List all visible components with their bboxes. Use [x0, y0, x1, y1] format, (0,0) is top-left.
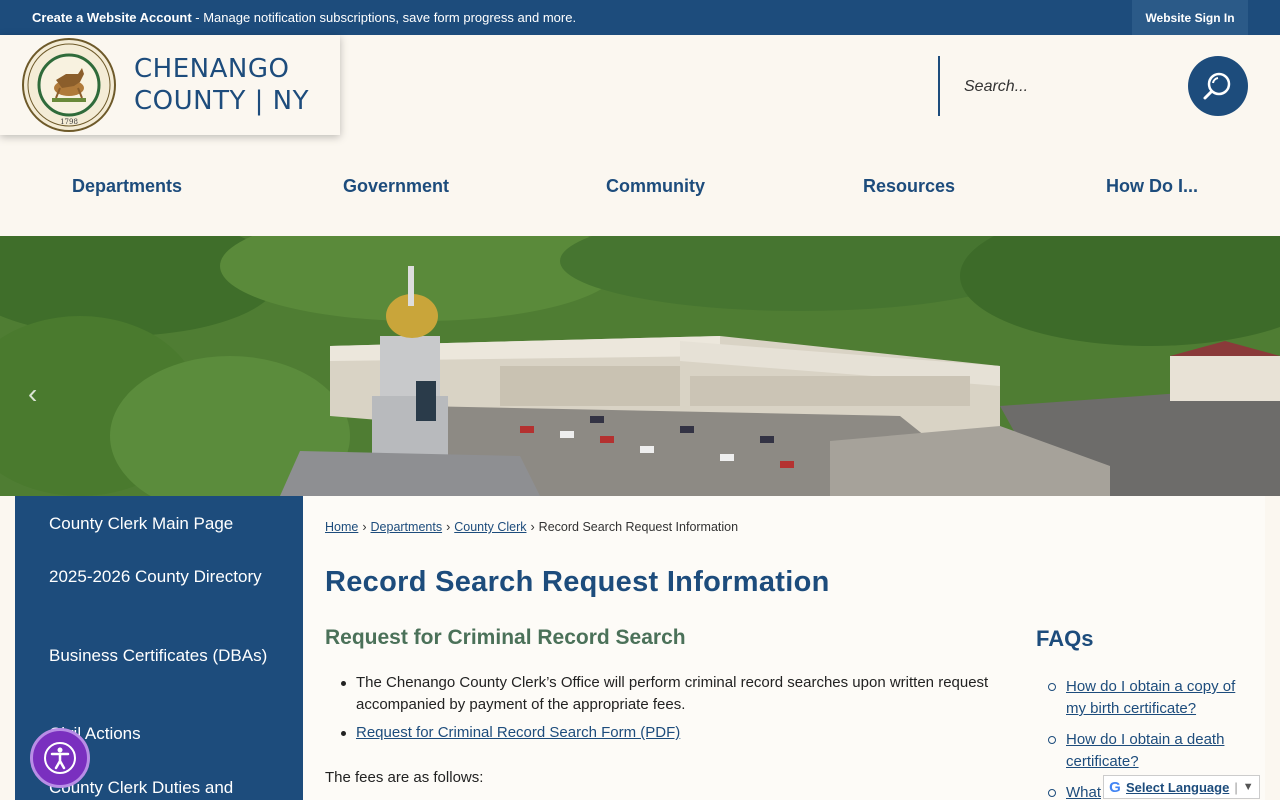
account-message: Create a Website Account - Manage notifi…: [32, 10, 576, 25]
accessibility-button[interactable]: [30, 728, 90, 788]
info-list: The Chenango County Clerk’s Office will …: [341, 672, 996, 750]
list-item: The Chenango County Clerk’s Office will …: [341, 672, 996, 716]
seal-year: 1798: [60, 118, 78, 126]
accessibility-icon: [44, 742, 76, 774]
breadcrumb: Home › Departments › County Clerk › Record Sea…: [325, 520, 738, 534]
hero-photo: [0, 236, 1280, 496]
sidebar-item-county-clerk-duties[interactable]: County Clerk Duties and: [49, 775, 279, 800]
logo-separator: |: [254, 86, 264, 116]
logo-link[interactable]: 1798 CHENANGO COUNTY | NY: [0, 35, 340, 135]
website-sign-in-button[interactable]: Website Sign In: [1132, 0, 1248, 35]
select-language-dropdown[interactable]: G Select Language | ▼: [1103, 775, 1260, 799]
nav-resources[interactable]: Resources: [863, 176, 955, 197]
search-button[interactable]: [1188, 56, 1248, 116]
select-language-label: Select Language: [1126, 779, 1230, 795]
breadcrumb-separator: ›: [530, 520, 535, 534]
site-logo-text: CHENANGO COUNTY | NY: [134, 53, 309, 117]
google-icon: G: [1109, 778, 1121, 796]
faq-item: How do I obtain a death certificate?: [1048, 729, 1256, 773]
sidebar-item-county-clerk-main[interactable]: County Clerk Main Page: [49, 511, 279, 536]
breadcrumb-current: Record Search Request Information: [538, 520, 739, 534]
breadcrumb-home[interactable]: Home: [325, 520, 358, 534]
logo-state: NY: [272, 86, 310, 116]
nav-departments[interactable]: Departments: [72, 176, 182, 197]
faq-item: How do I obtain a copy of my birth certi…: [1048, 676, 1256, 720]
logo-line-1: CHENANGO: [134, 54, 290, 84]
nav-how-do-i[interactable]: How Do I...: [1106, 176, 1198, 197]
breadcrumb-separator: ›: [446, 520, 451, 534]
main-content: Home › Departments › County Clerk › Record Sea…: [303, 496, 1265, 800]
faq-link-what[interactable]: What: [1066, 784, 1101, 800]
fees-intro-text: The fees are as follows:: [325, 769, 484, 786]
hero-previous-arrow[interactable]: ‹: [28, 378, 37, 410]
faqs-heading: FAQs: [1036, 626, 1094, 651]
faq-link-death-certificate[interactable]: How do I obtain a death certificate?: [1066, 731, 1224, 770]
sidebar-item-business-certificates[interactable]: Business Certificates (DBAs): [49, 643, 279, 668]
county-seal: 1798: [22, 38, 116, 132]
search-input[interactable]: [964, 74, 1164, 100]
criminal-record-form-link[interactable]: Request for Criminal Record Search Form …: [356, 724, 680, 741]
nav-community[interactable]: Community: [606, 176, 705, 197]
account-message-text: - Manage notification subscriptions, sav…: [191, 10, 577, 25]
hero-banner-image: [0, 236, 1280, 496]
create-account-link[interactable]: Create a Website Account: [32, 10, 192, 25]
main-navigation: Departments Government Community Resourc…: [0, 160, 1280, 214]
top-bar: Create a Website Account - Manage notifi…: [0, 0, 1280, 35]
search-icon: [1203, 72, 1231, 100]
dropdown-arrow-icon: ▼: [1242, 781, 1254, 793]
translate-separator: |: [1234, 779, 1238, 795]
section-heading: Request for Criminal Record Search: [325, 626, 686, 649]
breadcrumb-departments[interactable]: Departments: [371, 520, 443, 534]
search-box: [938, 56, 1180, 116]
nav-government[interactable]: Government: [343, 176, 449, 197]
breadcrumb-county-clerk[interactable]: County Clerk: [454, 520, 526, 534]
list-item: Request for Criminal Record Search Form …: [341, 722, 996, 744]
sidebar-item-county-directory[interactable]: 2025-2026 County Directory: [49, 564, 279, 589]
breadcrumb-separator: ›: [362, 520, 367, 534]
logo-line-2: COUNTY | NY: [134, 85, 309, 117]
logo-county: COUNTY: [134, 86, 246, 116]
faq-link-birth-certificate[interactable]: How do I obtain a copy of my birth certi…: [1066, 678, 1235, 717]
page-title: Record Search Request Information: [325, 566, 830, 598]
